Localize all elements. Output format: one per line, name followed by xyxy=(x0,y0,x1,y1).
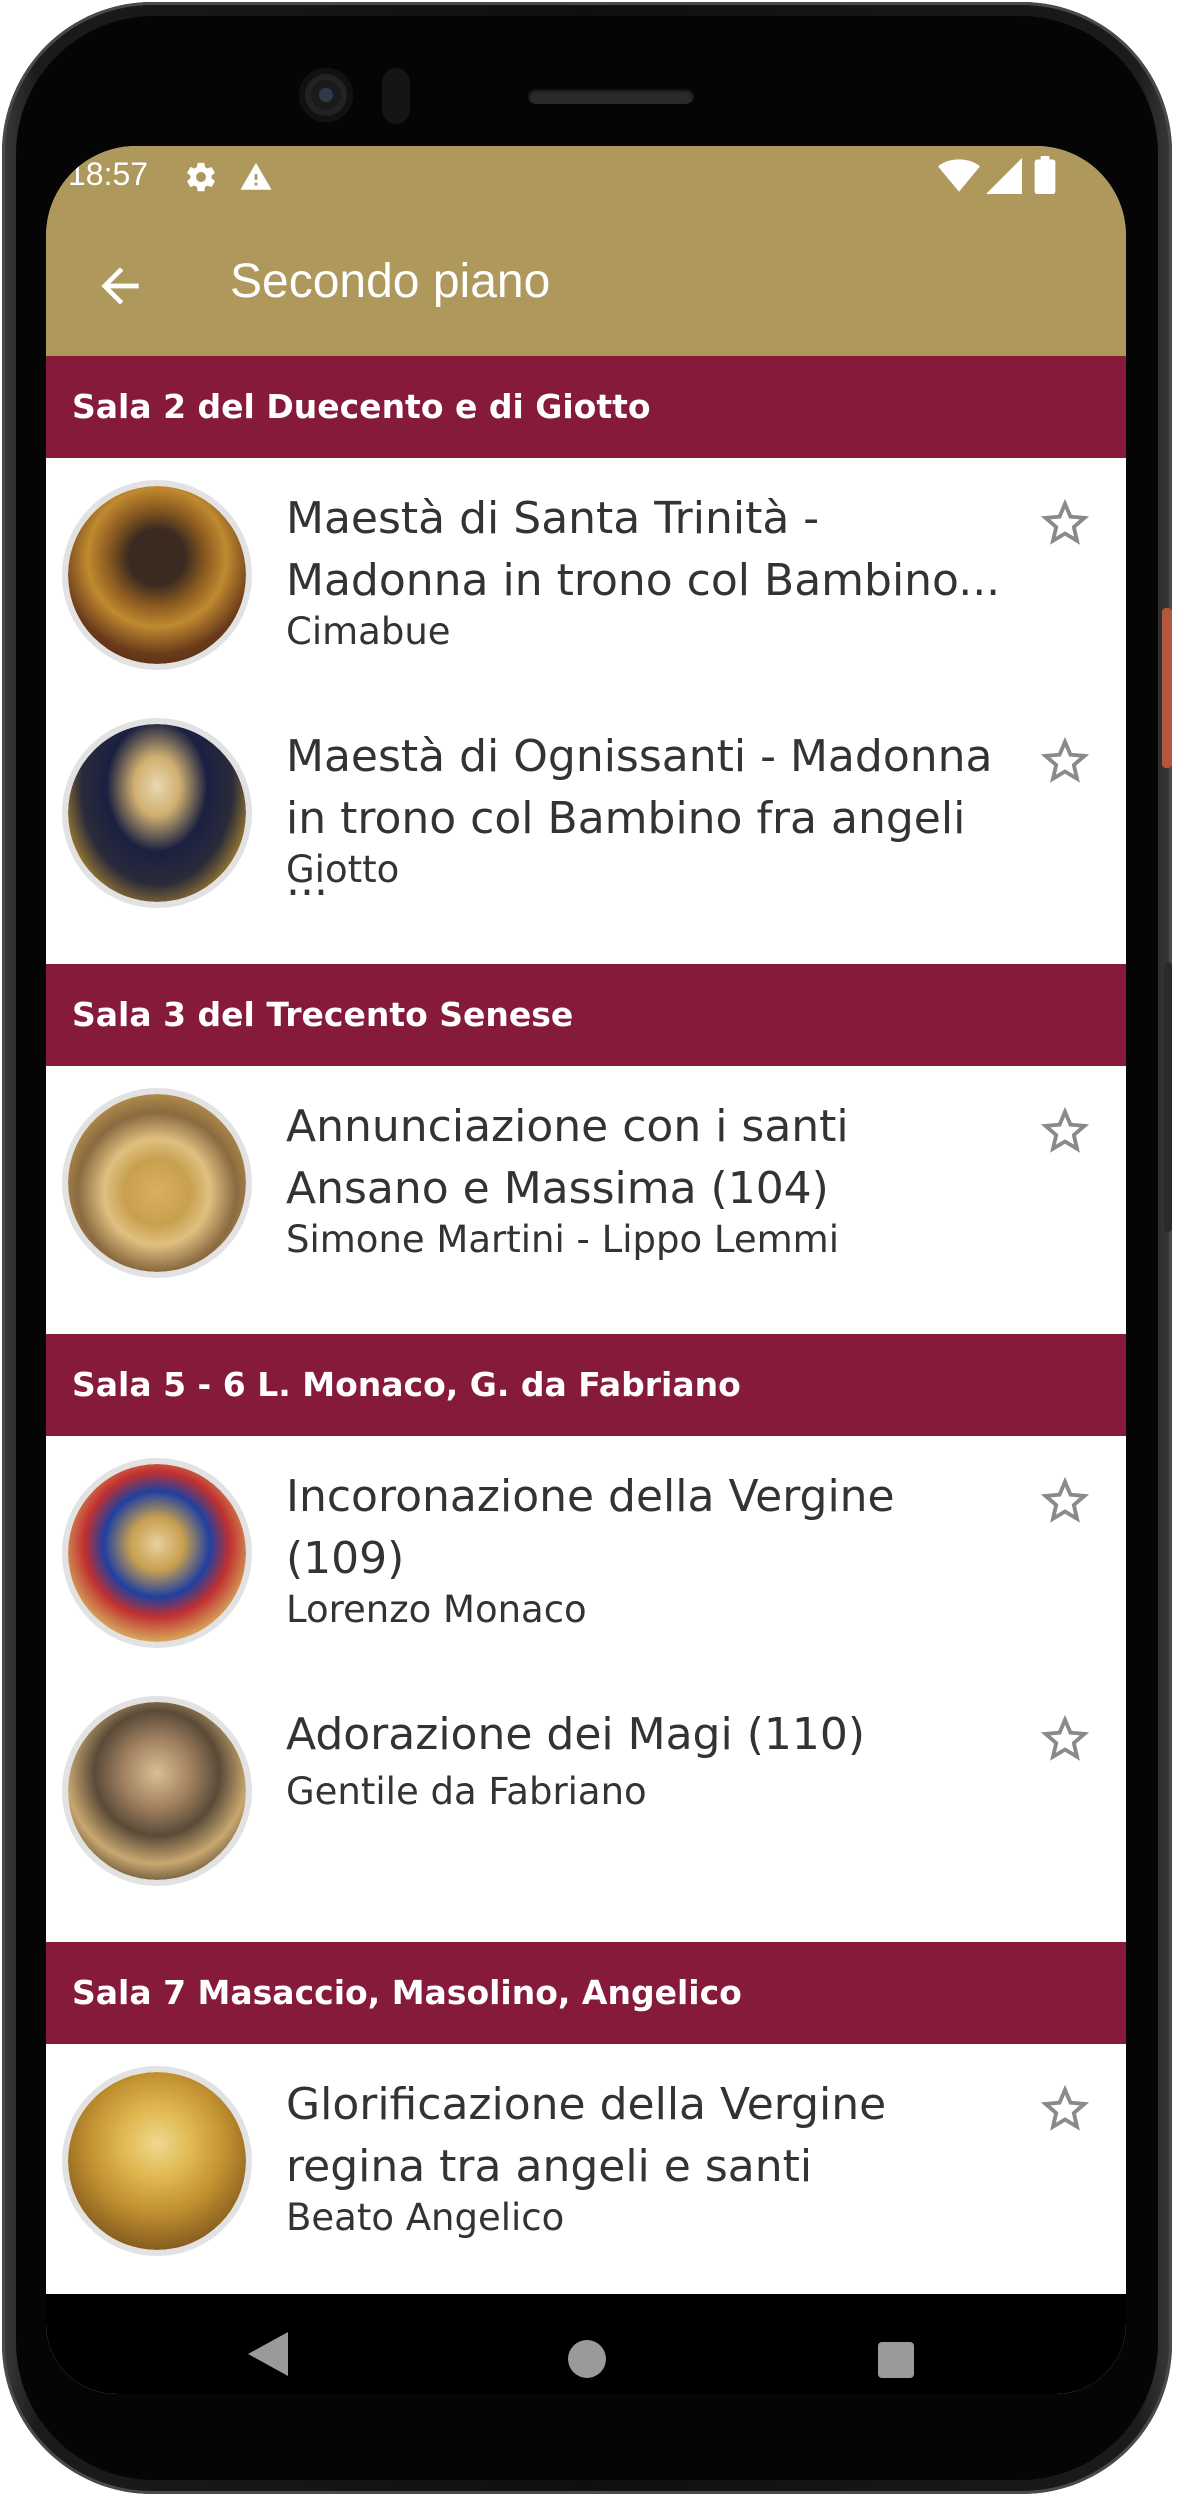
artwork-title-line: Incoronazione della Vergine xyxy=(286,1471,895,1522)
status-time: 18:57 xyxy=(68,156,149,192)
artwork-title-line: Annunciazione con i santi xyxy=(286,1101,849,1152)
section-title: Sala 2 del Duecento e di Giotto xyxy=(72,387,651,426)
front-camera xyxy=(299,68,353,122)
volume-button xyxy=(1164,962,1172,1232)
battery-icon xyxy=(1034,156,1056,202)
section-header: Sala 7 Masaccio, Masolino, Angelico xyxy=(46,1942,1126,2044)
artwork-title-line: (109) xyxy=(286,1533,405,1584)
nav-back-icon[interactable] xyxy=(248,2332,288,2380)
nav-recents-icon[interactable] xyxy=(878,2342,914,2378)
page-title: Secondo piano xyxy=(230,255,551,308)
section-header: Sala 5 - 6 L. Monaco, G. da Fabriano xyxy=(46,1334,1126,1436)
artwork-list-item[interactable]: Incoronazione della Vergine (109) Lorenz… xyxy=(46,1436,1126,1672)
section-header: Sala 2 del Duecento e di Giotto xyxy=(46,356,1126,458)
status-bar: 18:57 xyxy=(46,146,1126,210)
artwork-title: Annunciazione con i santi Ansano e Massi… xyxy=(286,1096,1016,1220)
nav-home-icon[interactable] xyxy=(568,2340,606,2378)
artwork-author: Simone Martini - Lippo Lemmi xyxy=(286,1218,839,1261)
artwork-list-item[interactable]: Glorificazione della Vergine regina tra … xyxy=(46,2044,1126,2280)
star-outline-icon[interactable] xyxy=(1036,732,1094,790)
artwork-list-item[interactable]: Maestà di Santa Trinità - Madonna in tro… xyxy=(46,458,1126,694)
artwork-thumbnail xyxy=(62,1696,252,1886)
artwork-title: Adorazione dei Magi (110) xyxy=(286,1704,1016,1766)
artwork-title: Incoronazione della Vergine (109) xyxy=(286,1466,1016,1590)
artwork-title-line: Glorificazione della Vergine xyxy=(286,2079,887,2130)
star-outline-icon[interactable] xyxy=(1036,1102,1094,1160)
artwork-list-item[interactable]: Maestà di Ognissanti - Madonna in trono … xyxy=(46,696,1126,932)
app-screen: 18:57 Secondo piano Sala 2 del Duecento … xyxy=(46,146,1126,2394)
earpiece-speaker xyxy=(528,88,694,104)
artwork-title: Glorificazione della Vergine regina tra … xyxy=(286,2074,1016,2198)
artwork-author: Beato Angelico xyxy=(286,2196,565,2239)
artwork-title: Maestà di Santa Trinità - Madonna in tro… xyxy=(286,488,1016,612)
artwork-title-line: Madonna in trono col Bambino... xyxy=(286,555,1001,606)
star-outline-icon[interactable] xyxy=(1036,1472,1094,1530)
star-outline-icon[interactable] xyxy=(1036,2080,1094,2138)
signal-icon xyxy=(986,158,1022,202)
artwork-author: Lorenzo Monaco xyxy=(286,1588,587,1631)
artwork-title-line: Maestà di Santa Trinità - xyxy=(286,493,820,544)
artwork-title-line: regina tra angeli e santi xyxy=(286,2141,813,2192)
section-title: Sala 7 Masaccio, Masolino, Angelico xyxy=(72,1973,742,2012)
artwork-author: Gentile da Fabriano xyxy=(286,1770,647,1813)
star-outline-icon[interactable] xyxy=(1036,1710,1094,1768)
artwork-thumbnail xyxy=(62,1088,252,1278)
warning-icon xyxy=(238,160,274,202)
app-bar: 18:57 Secondo piano xyxy=(46,146,1126,356)
proximity-sensor xyxy=(382,68,410,124)
section-title: Sala 3 del Trecento Senese xyxy=(72,995,574,1034)
artwork-thumbnail xyxy=(62,1458,252,1648)
star-outline-icon[interactable] xyxy=(1036,494,1094,552)
section-title: Sala 5 - 6 L. Monaco, G. da Fabriano xyxy=(72,1365,741,1404)
artwork-thumbnail xyxy=(62,718,252,908)
wifi-icon xyxy=(938,158,980,202)
artwork-thumbnail xyxy=(62,480,252,670)
artwork-title-line: Adorazione dei Magi (110) xyxy=(286,1709,866,1760)
artwork-list-item[interactable]: Adorazione dei Magi (110) Gentile da Fab… xyxy=(46,1674,1126,1910)
artwork-author: Giotto xyxy=(286,848,400,891)
artwork-thumbnail xyxy=(62,2066,252,2256)
artwork-list-item[interactable]: Annunciazione con i santi Ansano e Massi… xyxy=(46,1066,1126,1302)
section-header: Sala 3 del Trecento Senese xyxy=(46,964,1126,1066)
arrow-back-icon[interactable] xyxy=(92,258,148,314)
settings-icon xyxy=(184,160,218,202)
power-button xyxy=(1162,608,1172,768)
artwork-title-line: Maestà di Ognissanti - Madonna xyxy=(286,731,993,782)
artwork-author: Cimabue xyxy=(286,610,451,653)
artwork-title-line: Ansano e Massima (104) xyxy=(286,1163,829,1214)
